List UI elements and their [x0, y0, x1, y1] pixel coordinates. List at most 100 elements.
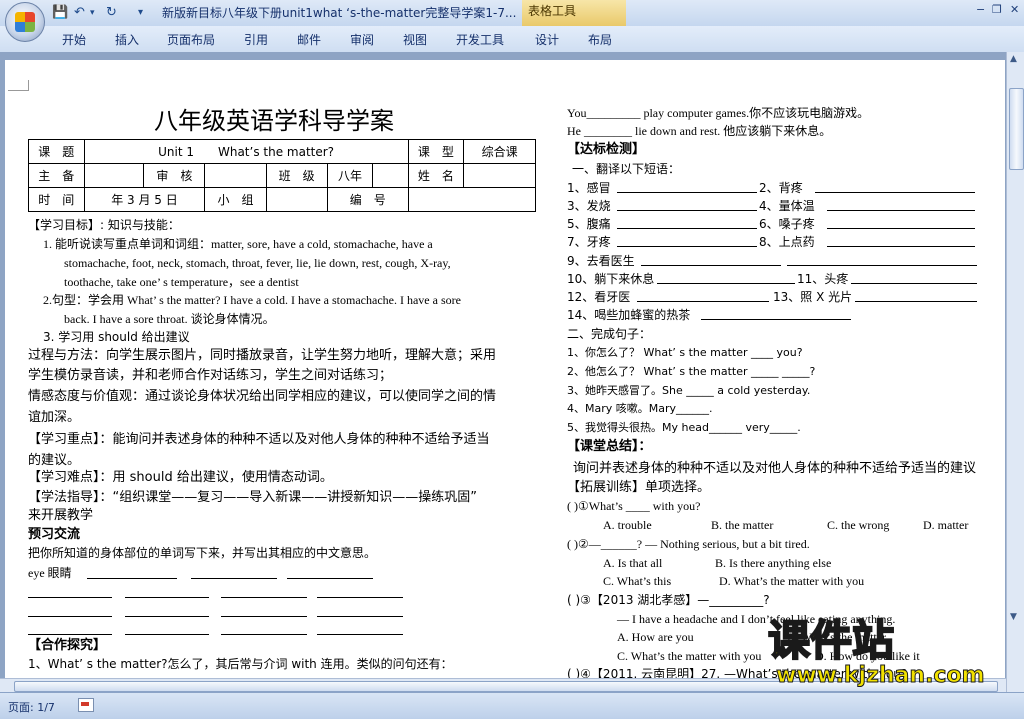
option-c[interactable]: C. What’s this — [603, 573, 671, 589]
phrase-item: 9、去看医生 — [567, 254, 635, 268]
answer-blank[interactable] — [617, 228, 757, 229]
watermark-logo: 课件站 — [767, 616, 895, 665]
tab-mailings[interactable]: 邮件 — [297, 31, 321, 48]
answer-blank[interactable] — [221, 634, 307, 635]
example-sentence: He ________ lie down and rest. 他应该躺下来休息。 — [567, 124, 832, 138]
status-bar: 页面: 1/7 — [0, 692, 1024, 719]
answer-blank[interactable] — [125, 634, 209, 635]
attitude-line: 谊加深。 — [28, 410, 81, 425]
scroll-down-icon[interactable]: ▼ — [1010, 612, 1017, 622]
answer-blank[interactable] — [787, 265, 977, 266]
office-button[interactable] — [5, 2, 45, 42]
sentence-item: 4、Mary 咳嗽。Mary______. — [567, 402, 713, 415]
answer-blank[interactable] — [125, 597, 209, 598]
option-d[interactable]: D. matter — [923, 517, 968, 533]
answer-blank[interactable] — [317, 616, 403, 617]
answer-blank[interactable] — [827, 228, 975, 229]
answer-blank[interactable] — [28, 597, 112, 598]
cooperation-line: 1、What’ s the matter?怎么了，其后常与介词 with 连用。… — [28, 657, 453, 671]
phrase-item: 10、躺下来休息 — [567, 272, 655, 286]
sentence-item: 2、他怎么了？ What’ s the matter _____ _____? — [567, 365, 816, 378]
answer-blank[interactable] — [815, 192, 975, 193]
option-a[interactable]: A. How are you — [617, 629, 694, 645]
option-c[interactable]: C. the wrong — [827, 517, 889, 533]
customize-toolbar-icon[interactable]: ▾ — [138, 4, 143, 22]
answer-blank[interactable] — [637, 301, 769, 302]
minimize-button[interactable]: − — [976, 3, 985, 16]
info-table[interactable]: 课 题 Unit 1 What’s the matter? 课 型 综合课 主 … — [28, 139, 537, 212]
answer-blank[interactable] — [617, 246, 757, 247]
table-tools-label: 表格工具 — [522, 0, 626, 26]
tab-page-layout[interactable]: 页面布局 — [167, 31, 215, 48]
difficulty-line: 【学习难点】：用 should 给出建议，使用情态动词。 — [28, 470, 333, 485]
tab-review[interactable]: 审阅 — [350, 31, 374, 48]
answer-blank[interactable] — [125, 616, 209, 617]
option-d[interactable]: D. What’s the matter with you — [719, 573, 864, 589]
redo-icon[interactable]: ↻ — [106, 4, 117, 22]
proofing-icon[interactable] — [78, 698, 94, 712]
sentence-item: 1、你怎么了？ What’ s the matter ____ you? — [567, 346, 803, 359]
answer-blank[interactable] — [617, 192, 757, 193]
answer-blank[interactable] — [287, 578, 373, 579]
phrase-item: 12、看牙医 — [567, 290, 631, 304]
option-b[interactable]: B. Is there anything else — [715, 555, 831, 571]
scroll-up-icon[interactable]: ▲ — [1010, 54, 1017, 64]
scroll-thumb[interactable] — [1009, 88, 1024, 170]
tab-developer[interactable]: 开发工具 — [456, 31, 504, 48]
answer-blank[interactable] — [641, 265, 781, 266]
answer-blank[interactable] — [221, 616, 307, 617]
margin-corner-mark — [8, 80, 29, 91]
answer-blank[interactable] — [317, 597, 403, 598]
answer-blank[interactable] — [701, 319, 851, 320]
table-cell: 姓 名 — [407, 163, 465, 188]
phrase-item: 4、量体温 — [759, 199, 815, 213]
table-cell — [463, 163, 536, 188]
tab-layout[interactable]: 布局 — [588, 31, 612, 48]
answer-blank[interactable] — [827, 246, 975, 247]
method-line: 来开展教学 — [28, 508, 94, 523]
answer-blank[interactable] — [28, 634, 112, 635]
answer-blank[interactable] — [617, 210, 757, 211]
question-item: ( )③【2013 湖北孝感】—_________? — [567, 593, 770, 607]
close-button[interactable]: ✕ — [1010, 3, 1019, 16]
option-c[interactable]: C. What’s the matter with you — [617, 648, 761, 664]
option-b[interactable]: B. the matter — [711, 517, 773, 533]
answer-blank[interactable] — [855, 301, 977, 302]
example-word: eye 眼睛 — [28, 566, 72, 580]
tab-home[interactable]: 开始 — [62, 31, 86, 48]
tab-design[interactable]: 设计 — [535, 31, 559, 48]
table-row: 主 备 审 核 班 级 八年 姓 名 — [28, 163, 536, 188]
answer-blank[interactable] — [28, 616, 112, 617]
answer-blank[interactable] — [851, 283, 977, 284]
save-icon[interactable]: 💾 — [52, 4, 68, 22]
tab-references[interactable]: 引用 — [244, 31, 268, 48]
table-cell: 年 3 月 5 日 — [83, 187, 206, 212]
answer-blank[interactable] — [657, 283, 795, 284]
answer-blank[interactable] — [317, 634, 403, 635]
tab-insert[interactable]: 插入 — [115, 31, 139, 48]
option-a[interactable]: A. Is that all — [603, 555, 662, 571]
option-a[interactable]: A. trouble — [603, 517, 652, 533]
sentence-item: 3、她昨天感冒了。She _____ a cold yesterday. — [567, 384, 811, 397]
answer-blank[interactable] — [87, 578, 177, 579]
summary-heading: 【课堂总结】： — [567, 439, 652, 454]
page-indicator[interactable]: 页面: 1/7 — [8, 699, 55, 715]
document-page[interactable]: 八年级英语学科导学案 课 题 Unit 1 What’s the matter?… — [5, 60, 1005, 678]
extension-heading: 【拓展训练】单项选择。 — [567, 480, 711, 495]
undo-icon[interactable]: ↶ — [74, 4, 85, 22]
objective-line: 2.句型：学会用 What’ s the matter? I have a co… — [43, 293, 461, 307]
tab-view[interactable]: 视图 — [403, 31, 427, 48]
office-logo-icon — [15, 12, 35, 32]
restore-button[interactable]: ❐ — [992, 3, 1002, 16]
answer-blank[interactable] — [221, 597, 307, 598]
table-cell-cursor[interactable] — [407, 187, 537, 212]
watermark-url: www.kjzhan.com — [776, 663, 986, 689]
table-cell — [265, 187, 328, 212]
phrase-item: 7、牙疼 — [567, 235, 611, 249]
undo-dropdown-icon[interactable]: ▾ — [90, 4, 95, 22]
vertical-scrollbar[interactable]: ▲ ▼ — [1006, 52, 1024, 692]
answer-blank[interactable] — [191, 578, 277, 579]
attitude-line: 情感态度与价值观：通过谈论身体状况给出同学相应的建议，可以使同学之间的情 — [28, 389, 497, 404]
process-line: 过程与方法：向学生展示图片，同时播放录音，让学生努力地听，理解大意；采用 — [28, 348, 497, 363]
answer-blank[interactable] — [827, 210, 975, 211]
